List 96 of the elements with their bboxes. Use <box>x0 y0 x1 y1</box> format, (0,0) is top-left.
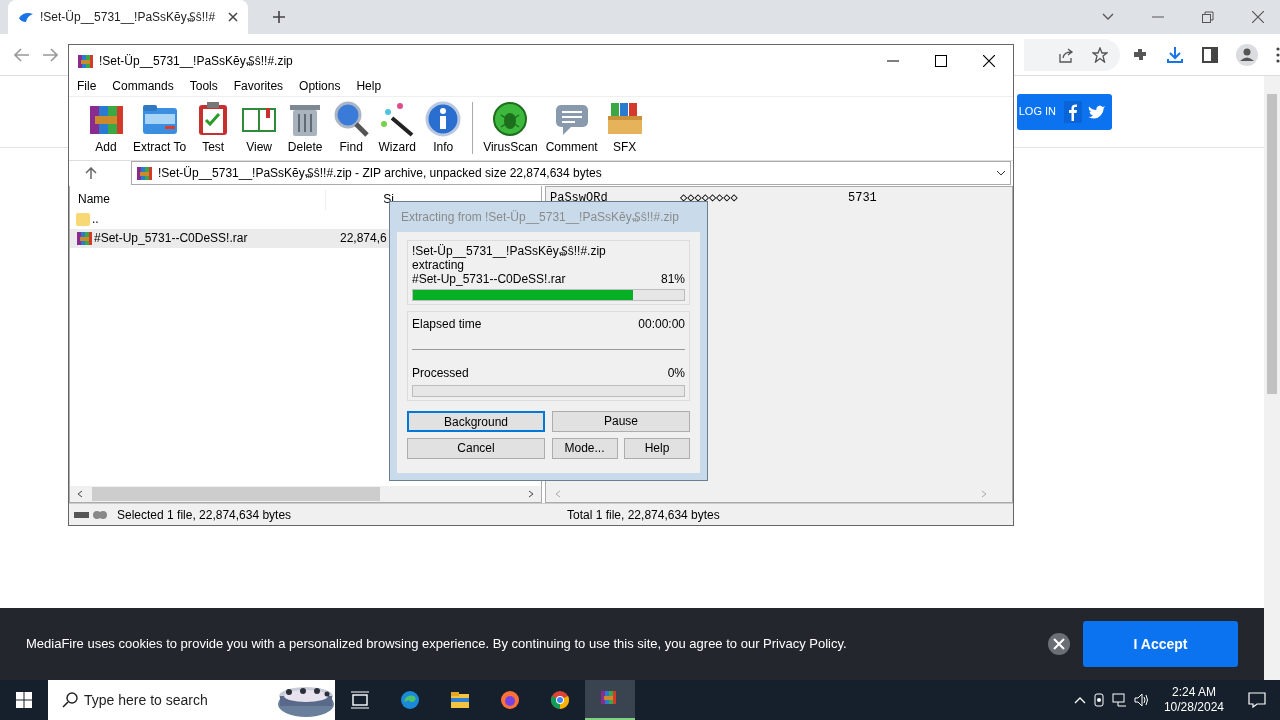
share-icon[interactable] <box>1058 46 1074 63</box>
login-bar[interactable]: LOG IN <box>1016 93 1112 130</box>
scrollbar[interactable] <box>1264 76 1280 680</box>
file-size: 22,874,6 <box>339 230 387 248</box>
cookie-notice: MediaFire uses cookies to provide you with a personalized browsing experience. By continuing to use this site, you agree to our Privacy Policy. <box>26 635 847 654</box>
status-text: Total 1 file, 22,874,634 bytes <box>567 506 720 524</box>
network-icon[interactable] <box>1111 693 1128 707</box>
file-name: .. <box>91 211 100 229</box>
comment-text: PaSswORd <box>550 189 609 207</box>
archive-icon <box>76 230 92 247</box>
facebook-icon[interactable] <box>1064 100 1082 123</box>
scroll-right-icon[interactable] <box>527 490 535 499</box>
toolbar-button[interactable]: Wizard <box>374 98 421 159</box>
forward-icon[interactable] <box>42 47 58 62</box>
close-icon[interactable] <box>228 12 238 22</box>
percent-label: 81% <box>660 271 685 286</box>
bug-icon <box>491 100 530 139</box>
column-header[interactable]: Name <box>70 189 326 210</box>
dialog-title: Extracting from !Set-Üp__5731__!PaSsKĕy₷ŝ!!#.zip <box>400 208 680 226</box>
menu-item[interactable]: Tools <box>189 77 218 96</box>
magnifier-icon <box>332 100 371 139</box>
toolbar-button[interactable]: VirusScan <box>479 98 542 159</box>
up-arrow-icon[interactable] <box>85 167 97 180</box>
menu-item[interactable]: Favorites <box>233 77 284 96</box>
menu-item[interactable]: Help <box>356 77 382 96</box>
search-icon <box>62 692 78 708</box>
dialog-button[interactable]: Mode... <box>551 437 618 459</box>
side-panel-icon[interactable] <box>1202 46 1218 63</box>
download-icon[interactable] <box>1166 45 1184 64</box>
comment-text: 5731 <box>848 189 878 207</box>
toolbar-button[interactable]: Info <box>420 98 467 159</box>
device-icon[interactable] <box>1091 693 1106 707</box>
browser-tab[interactable]: !Set-Üp__5731__!PaSsKĕy₷ŝ!!# <box>8 0 248 34</box>
site-icon <box>18 11 34 23</box>
info-icon <box>424 100 463 139</box>
search-field[interactable]: Type here to search <box>48 680 335 720</box>
tab-title: !Set-Üp__5731__!PaSsKĕy₷ŝ!!# <box>40 9 217 26</box>
notification-icon[interactable] <box>1248 692 1266 708</box>
drive-icon <box>73 509 109 520</box>
new-tab-icon[interactable] <box>272 10 286 24</box>
scroll-thumb[interactable] <box>92 487 380 502</box>
toolbar-button[interactable]: Delete <box>282 98 329 159</box>
chevron-up-icon[interactable] <box>1073 696 1086 704</box>
elapsed-time: 00:00:00 <box>638 315 685 333</box>
clock-date[interactable]: 10/28/2024 <box>1163 700 1224 715</box>
comment-text: ◇◇◇◇◇◇◇◇ <box>680 189 739 207</box>
close-icon[interactable] <box>1047 632 1071 656</box>
toolbar-button[interactable]: SFX <box>601 98 648 159</box>
start-icon[interactable] <box>16 692 32 708</box>
toolbar-button[interactable]: View <box>236 98 283 159</box>
folder-icon <box>76 212 90 227</box>
login-link[interactable]: LOG IN <box>1018 103 1056 120</box>
action-label: extracting <box>412 257 465 272</box>
clock-time[interactable]: 2:24 AM <box>1171 685 1216 700</box>
dialog-button[interactable]: Pause <box>552 410 690 432</box>
minimize-icon[interactable] <box>887 59 899 62</box>
processed-percent: 0% <box>667 364 685 382</box>
close-icon[interactable] <box>983 54 995 67</box>
menu-item[interactable]: Commands <box>112 77 174 96</box>
search-placeholder: Type here to search <box>84 690 209 710</box>
address-text: !Set-Üp__5731__!PaSsKĕy₷ŝ!!#.zip - ZIP archive, unpacked size 22,874,634 bytes <box>158 165 603 183</box>
back-icon[interactable] <box>14 47 30 62</box>
tab-search-icon[interactable] <box>1102 13 1114 21</box>
dropdown-icon[interactable] <box>996 170 1006 177</box>
file-name: #Set-Up_5731--C0DeSS!.rar <box>412 271 566 286</box>
processed-label: Processed <box>412 364 469 382</box>
menu-item[interactable]: File <box>77 77 97 96</box>
menu-icon[interactable] <box>1276 46 1280 63</box>
toolbar-button[interactable]: Extract To <box>129 98 191 159</box>
address-field[interactable]: !Set-Üp__5731__!PaSsKĕy₷ŝ!!#.zip - ZIP archive, unpacked size 22,874,634 bytes <box>131 161 1011 186</box>
address-bar[interactable] <box>1024 38 1120 71</box>
archive-icon <box>77 52 93 69</box>
extension-icon[interactable] <box>1132 46 1148 63</box>
window-title: !Set-Üp__5731__!PaSsKĕy₷ŝ!!#.zip <box>99 52 294 70</box>
horizontal-scrollbar[interactable] <box>70 486 541 503</box>
archive-icon[interactable] <box>585 680 635 720</box>
dialog-button[interactable]: Background <box>407 410 545 432</box>
status-text: Selected 1 file, 22,874,634 bytes <box>117 506 293 524</box>
elapsed-label: Elapsed time <box>412 315 482 333</box>
volume-icon[interactable] <box>1133 693 1150 707</box>
restore-icon[interactable] <box>1202 11 1214 23</box>
scroll-left-icon[interactable] <box>76 490 84 499</box>
dialog-button[interactable]: Cancel <box>407 437 545 459</box>
toolbar-button[interactable]: Comment <box>541 98 602 159</box>
archive-icon <box>136 165 152 182</box>
menu-item[interactable]: Options <box>299 77 341 96</box>
file-name: #Set-Up_5731--C0DeSS!.rar <box>93 230 249 248</box>
toolbar-button[interactable]: Test <box>190 98 237 159</box>
accept-button[interactable]: I Accept <box>1083 621 1238 667</box>
toolbar-button[interactable]: Find <box>328 98 375 159</box>
maximize-icon[interactable] <box>935 54 947 67</box>
dialog-button[interactable]: Help <box>624 437 690 459</box>
profile-icon[interactable] <box>1236 43 1258 66</box>
twitter-icon[interactable] <box>1088 103 1106 120</box>
toolbar-button[interactable]: Add <box>83 98 129 159</box>
star-icon[interactable] <box>1092 46 1108 63</box>
